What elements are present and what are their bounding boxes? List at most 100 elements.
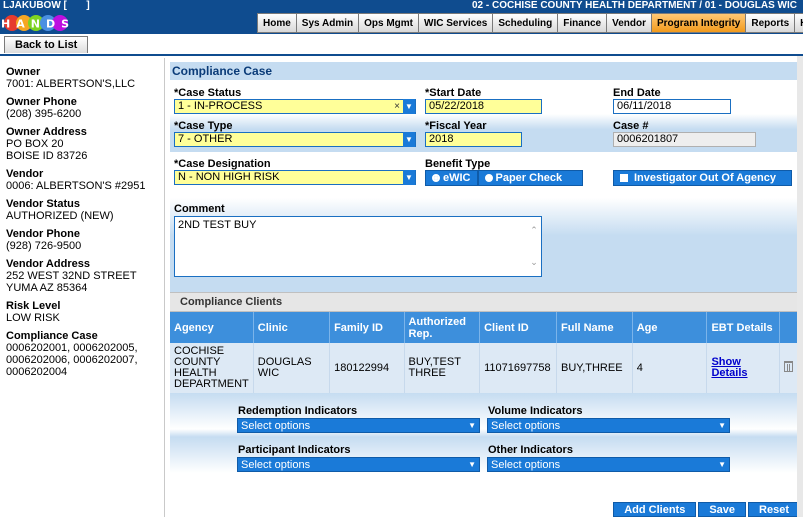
owner-phone-value: (208) 395-6200 <box>6 108 82 120</box>
dropdown-arrow-icon[interactable]: ▼ <box>403 170 415 185</box>
redemption-select[interactable]: Select options ▼ <box>237 418 480 433</box>
row-comment: Comment 2ND TEST BUY ⌃ ⌄ <box>170 198 800 292</box>
participant-select[interactable]: Select options ▼ <box>237 457 480 472</box>
page-scrollbar[interactable] <box>797 56 803 517</box>
owner-value: 7001: ALBERTSON'S,LLC <box>6 78 136 90</box>
comment-field: Comment <box>174 203 225 215</box>
designation-select[interactable]: N - NON HIGH RISK ▼ <box>174 170 416 185</box>
col-family-id: Family ID <box>329 312 405 343</box>
nav-tab-vendor[interactable]: Vendor <box>606 13 651 33</box>
vendor-status-value: AUTHORIZED (NEW) <box>6 210 114 222</box>
risk-level-value: LOW RISK <box>6 312 60 324</box>
fiscal-year-input[interactable]: 2018 <box>425 132 522 147</box>
nav-tab-ops-mgmt[interactable]: Ops Mgmt <box>358 13 418 33</box>
participant-field: Participant Indicators <box>238 444 350 456</box>
vendor-address-label: Vendor Address <box>6 258 90 270</box>
volume-label: Volume Indicators <box>488 405 583 417</box>
compliance-case-value: 0006202001, 0006202005, 0006202006, 0006… <box>6 342 138 378</box>
volume-placeholder: Select options <box>491 420 561 432</box>
compliance-case-label: Compliance Case <box>6 330 98 342</box>
caret-down-icon: ▼ <box>718 460 726 469</box>
redemption-placeholder: Select options <box>241 420 311 432</box>
end-date-field: End Date 06/11/2018 <box>613 87 731 114</box>
table-header-row: Agency Clinic Family ID Authorized Rep. … <box>170 312 800 343</box>
form-title: Compliance Case <box>170 62 800 80</box>
nav-tab-finance[interactable]: Finance <box>557 13 607 33</box>
user-name: LJAKUBOW [ <box>3 0 67 11</box>
scroll-up-icon[interactable]: ⌃ <box>529 225 539 236</box>
compliance-clients-table: Agency Clinic Family ID Authorized Rep. … <box>170 312 800 393</box>
nav-tab-help[interactable]: Help <box>794 13 803 33</box>
other-field: Other Indicators <box>488 444 573 456</box>
nav-tab-wic-services[interactable]: WIC Services <box>418 13 493 33</box>
participant-label: Participant Indicators <box>238 444 351 456</box>
nav-tab-home[interactable]: Home <box>257 13 296 33</box>
trash-icon[interactable] <box>784 361 794 372</box>
add-clients-button[interactable]: Add Clients <box>613 502 697 517</box>
back-to-list-button[interactable]: Back to List <box>4 36 89 53</box>
end-date-input[interactable]: 06/11/2018 <box>613 99 731 114</box>
top-header: LJAKUBOW [ ] 02 - COCHISE COUNTY HEALTH … <box>0 0 803 34</box>
owner-address-value: PO BOX 20 BOISE ID 83726 <box>6 138 88 162</box>
other-label: Other Indicators <box>488 444 573 456</box>
nav-tab-sys-admin[interactable]: Sys Admin <box>295 13 359 33</box>
cell-clinic: DOUGLAS WIC <box>253 343 331 393</box>
benefit-paper-radio[interactable]: Paper Check <box>477 170 583 186</box>
case-type-select[interactable]: 7 - OTHER ▼ <box>174 132 416 147</box>
col-full-name: Full Name <box>556 312 633 343</box>
fiscal-year-label: *Fiscal Year <box>425 120 487 132</box>
cell-client-id: 11071697758 <box>479 343 557 393</box>
caret-down-icon: ▼ <box>718 421 726 430</box>
comment-label: Comment <box>174 203 225 215</box>
other-select[interactable]: Select options ▼ <box>487 457 730 472</box>
benefit-ewic-radio[interactable]: eWIC <box>425 170 478 186</box>
col-authorized-rep: Authorized Rep. <box>404 312 481 343</box>
designation-label: *Case Designation <box>174 158 271 170</box>
start-date-field: *Start Date 05/22/2018 <box>425 87 542 114</box>
owner-phone-label: Owner Phone <box>6 96 77 108</box>
vendor-info-panel: Owner 7001: ALBERTSON'S,LLC Owner Phone … <box>0 58 165 517</box>
case-status-label: *Case Status <box>174 87 242 99</box>
dropdown-arrow-icon[interactable]: ▼ <box>403 132 415 147</box>
benefit-type-toggle: eWIC Paper Check <box>425 170 583 186</box>
scroll-down-icon[interactable]: ⌄ <box>529 257 539 268</box>
other-placeholder: Select options <box>491 459 561 471</box>
cell-age: 4 <box>632 343 708 393</box>
vendor-status-label: Vendor Status <box>6 198 80 210</box>
dropdown-arrow-icon[interactable]: ▼ <box>403 99 415 114</box>
comment-textarea[interactable]: 2ND TEST BUY ⌃ ⌄ <box>174 216 542 277</box>
investigator-out-of-agency-checkbox[interactable]: Investigator Out Of Agency <box>613 170 792 186</box>
user-link[interactable] <box>67 0 86 11</box>
radio-selected-icon <box>432 174 440 182</box>
user-line: LJAKUBOW [ ] <box>3 0 90 12</box>
cell-family-id: 180122994 <box>329 343 405 393</box>
fiscal-year-field: *Fiscal Year 2018 <box>425 120 522 147</box>
volume-select[interactable]: Select options ▼ <box>487 418 730 433</box>
show-details-link[interactable]: Show Details <box>706 343 781 393</box>
caret-down-icon: ▼ <box>468 460 476 469</box>
save-button[interactable]: Save <box>698 502 747 517</box>
vendor-value: 0006: ALBERTSON'S #2951 <box>6 180 146 192</box>
case-status-value: 1 - IN-PROCESS <box>178 100 263 112</box>
nav-tab-scheduling[interactable]: Scheduling <box>492 13 558 33</box>
agency-clinic-title: 02 - COCHISE COUNTY HEALTH DEPARTMENT / … <box>471 0 797 11</box>
sub-toolbar: Back to List <box>0 34 803 56</box>
start-date-input[interactable]: 05/22/2018 <box>425 99 542 114</box>
case-number-field: Case # 0006201807 <box>613 120 756 147</box>
case-number-label: Case # <box>613 120 649 132</box>
comment-text: 2ND TEST BUY <box>178 219 257 231</box>
redemption-field: Redemption Indicators <box>238 405 357 417</box>
nav-tab-reports[interactable]: Reports <box>745 13 795 33</box>
case-status-select[interactable]: 1 - IN-PROCESS × ▼ <box>174 99 416 114</box>
reset-button[interactable]: Reset <box>748 502 800 517</box>
cell-full-name: BUY,THREE <box>556 343 633 393</box>
case-type-label: *Case Type <box>174 120 233 132</box>
nav-tab-program-integrity[interactable]: Program Integrity <box>650 13 746 33</box>
clear-icon[interactable]: × <box>394 100 400 113</box>
col-client-id: Client ID <box>479 312 557 343</box>
col-ebt-details: EBT Details <box>706 312 781 343</box>
volume-field: Volume Indicators <box>488 405 583 417</box>
indicators-section: Redemption Indicators Select options ▼ Vo… <box>170 393 800 473</box>
benefit-type-label: Benefit Type <box>425 158 491 170</box>
case-status-field: *Case Status 1 - IN-PROCESS × ▼ <box>174 87 416 114</box>
